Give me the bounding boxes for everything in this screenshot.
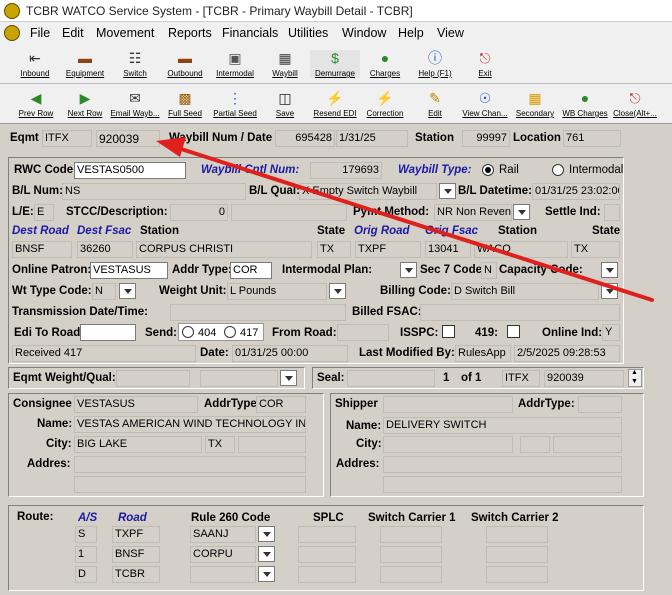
arrow-shaft	[176, 146, 654, 302]
arrow-head	[156, 137, 186, 157]
annotation-arrow	[156, 137, 654, 302]
